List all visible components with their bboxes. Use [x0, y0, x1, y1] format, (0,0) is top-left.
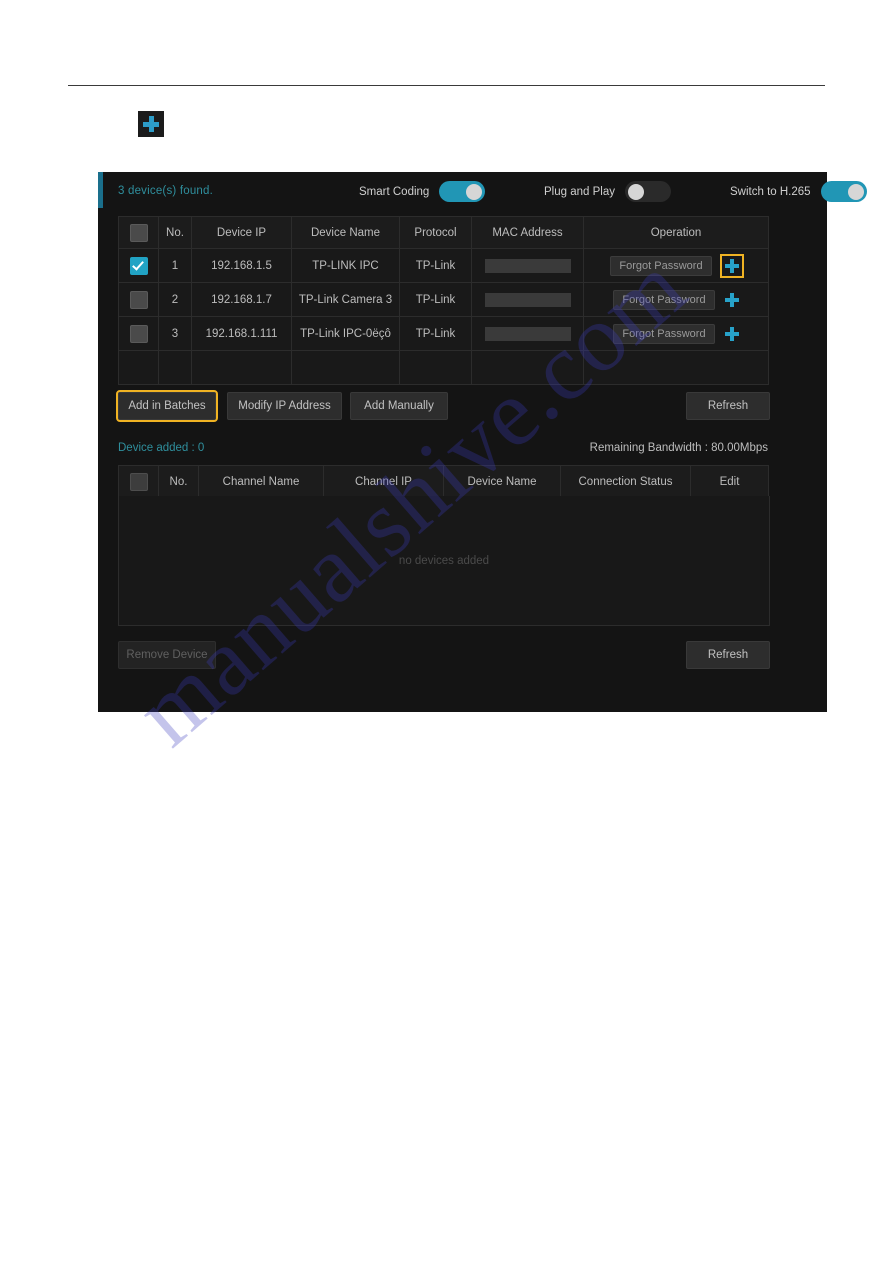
added-devices-table: No. Channel Name Channel IP Device Name … [118, 465, 769, 498]
device-added-count: Device added : 0 [118, 442, 205, 454]
table-row[interactable]: 3 192.168.1.111 TP-Link IPC-0ëçô TP-Link… [118, 316, 769, 351]
added-actions-bar: Remove Device Refresh [118, 641, 770, 669]
add-manually-button[interactable]: Add Manually [350, 392, 448, 420]
smart-coding-toggle-group: Smart Coding [359, 181, 486, 202]
modify-ip-address-button[interactable]: Modify IP Address [227, 392, 342, 420]
cell-no: 2 [158, 282, 192, 317]
column-header-connection-status: Connection Status [560, 465, 691, 498]
cell-operation: Forgot Password [583, 282, 769, 317]
column-header-no: No. [158, 216, 192, 249]
discovered-devices-table: No. Device IP Device Name Protocol MAC A… [118, 216, 769, 385]
row-checkbox[interactable] [129, 290, 148, 309]
plus-icon [143, 116, 159, 132]
remove-device-button[interactable]: Remove Device [118, 641, 216, 669]
column-header-edit: Edit [690, 465, 769, 498]
add-device-button-highlight[interactable] [719, 253, 744, 278]
cell-device-ip: 192.168.1.111 [191, 316, 292, 351]
column-header-device-ip: Device IP [191, 216, 292, 249]
cell-mac-address [471, 282, 584, 317]
switch-to-h265-switch[interactable] [820, 181, 867, 202]
add-in-batches-button[interactable]: Add in Batches [116, 390, 218, 422]
plug-and-play-label: Plug and Play [544, 185, 615, 198]
remaining-bandwidth-label: Remaining Bandwidth : 80.00Mbps [589, 442, 768, 454]
empty-cell [291, 350, 400, 385]
empty-cell [158, 350, 192, 385]
forgot-password-button[interactable]: Forgot Password [613, 289, 715, 310]
forgot-password-button[interactable]: Forgot Password [613, 323, 715, 344]
table-row[interactable]: 1 192.168.1.5 TP-LINK IPC TP-Link Forgot… [118, 248, 769, 283]
cell-protocol: TP-Link [399, 248, 472, 283]
switch-knob [847, 183, 864, 200]
no-devices-added-message: no devices added [398, 554, 490, 567]
add-device-plus-badge[interactable] [138, 111, 164, 137]
select-all-header[interactable] [118, 216, 159, 249]
select-all-checkbox[interactable] [129, 223, 148, 242]
smart-coding-label: Smart Coding [359, 185, 430, 198]
column-header-device-name: Device Name [291, 216, 400, 249]
row-select-cell[interactable] [118, 248, 159, 283]
select-all-checkbox[interactable] [129, 472, 148, 491]
plus-icon[interactable] [724, 258, 739, 273]
row-select-cell[interactable] [118, 282, 159, 317]
empty-cell [399, 350, 472, 385]
cell-no: 3 [158, 316, 192, 351]
cell-no: 1 [158, 248, 192, 283]
cell-mac-address [471, 248, 584, 283]
refresh-discovery-button[interactable]: Refresh [686, 392, 770, 420]
added-devices-empty-area: no devices added [118, 496, 770, 626]
plus-icon[interactable] [724, 292, 739, 307]
devices-found-label: 3 device(s) found. [118, 185, 214, 197]
refresh-added-button[interactable]: Refresh [686, 641, 770, 669]
row-select-cell[interactable] [118, 316, 159, 351]
cell-protocol: TP-Link [399, 316, 472, 351]
switch-knob [466, 183, 483, 200]
row-checkbox[interactable] [129, 256, 148, 275]
column-header-mac-address: MAC Address [471, 216, 584, 249]
cell-device-name: TP-Link IPC-0ëçô [291, 316, 400, 351]
switch-to-h265-label: Switch to H.265 [730, 185, 811, 198]
switch-knob [627, 183, 644, 200]
empty-cell [191, 350, 292, 385]
plug-and-play-toggle-group: Plug and Play [544, 181, 671, 202]
plug-and-play-switch[interactable] [624, 181, 671, 202]
cell-device-name: TP-LINK IPC [291, 248, 400, 283]
cell-device-ip: 192.168.1.7 [191, 282, 292, 317]
column-header-device-name: Device Name [443, 465, 561, 498]
cell-operation: Forgot Password [583, 316, 769, 351]
table-header-row: No. Channel Name Channel IP Device Name … [118, 465, 769, 498]
empty-cell [118, 350, 159, 385]
table-row-empty [118, 350, 769, 385]
column-header-operation: Operation [583, 216, 769, 249]
cell-device-name: TP-Link Camera 3 [291, 282, 400, 317]
cell-mac-address [471, 316, 584, 351]
mac-address-redaction [484, 258, 571, 273]
table-row[interactable]: 2 192.168.1.7 TP-Link Camera 3 TP-Link F… [118, 282, 769, 317]
mac-address-redaction [484, 292, 571, 307]
empty-cell [583, 350, 769, 385]
table-header-row: No. Device IP Device Name Protocol MAC A… [118, 216, 769, 249]
switch-to-h265-toggle-group: Switch to H.265 [730, 181, 867, 202]
column-header-no: No. [158, 465, 199, 498]
column-header-protocol: Protocol [399, 216, 472, 249]
page-divider-rule [68, 85, 825, 86]
added-status-bar: Device added : 0 Remaining Bandwidth : 8… [118, 442, 768, 458]
dialog-toolbar: 3 device(s) found. Smart Coding Plug and… [98, 172, 867, 215]
plus-icon[interactable] [724, 326, 739, 341]
row-checkbox[interactable] [129, 324, 148, 343]
cell-protocol: TP-Link [399, 282, 472, 317]
column-header-channel-name: Channel Name [198, 465, 324, 498]
discovery-actions-bar: Add in Batches Modify IP Address Add Man… [116, 390, 770, 422]
select-all-header[interactable] [118, 465, 159, 498]
cell-operation: Forgot Password [583, 248, 769, 283]
forgot-password-button[interactable]: Forgot Password [610, 255, 712, 276]
empty-cell [471, 350, 584, 385]
smart-coding-switch[interactable] [439, 181, 486, 202]
cell-device-ip: 192.168.1.5 [191, 248, 292, 283]
mac-address-redaction [484, 326, 571, 341]
column-header-channel-ip: Channel IP [323, 465, 444, 498]
